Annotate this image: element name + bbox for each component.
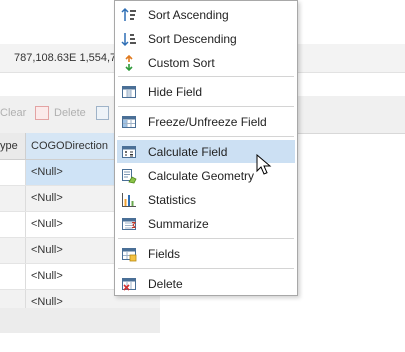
menu-separator bbox=[118, 136, 294, 137]
field-context-menu: Sort Ascending Sort Descending Custom So… bbox=[114, 0, 298, 296]
custom-sort-icon bbox=[125, 55, 133, 71]
menu-item-label: Calculate Field bbox=[148, 145, 228, 159]
menu-item-label: Sort Ascending bbox=[148, 8, 229, 22]
summarize-icon bbox=[122, 218, 137, 230]
menu-item-label: Fields bbox=[148, 247, 181, 261]
delete-button[interactable]: Delete bbox=[54, 107, 86, 119]
menu-item-label: Custom Sort bbox=[148, 56, 215, 70]
menu-item-hide-field[interactable]: Hide Field bbox=[117, 80, 295, 103]
menu-item-label: Freeze/Unfreeze Field bbox=[148, 115, 267, 129]
menu-item-custom-sort[interactable]: Custom Sort bbox=[117, 51, 295, 74]
menu-separator bbox=[118, 268, 294, 269]
hide-field-icon bbox=[122, 86, 136, 98]
freeze-field-icon bbox=[122, 116, 136, 128]
menu-item-delete[interactable]: Delete bbox=[117, 272, 295, 295]
calculate-field-icon bbox=[122, 146, 136, 158]
menu-item-sort-ascending[interactable]: Sort Ascending bbox=[117, 3, 295, 26]
statistics-icon bbox=[122, 193, 136, 207]
menu-item-label: Summarize bbox=[148, 217, 209, 231]
sort-descending-icon bbox=[121, 33, 136, 47]
table-empty-area bbox=[0, 308, 160, 333]
menu-item-fields[interactable]: Fields bbox=[117, 242, 295, 265]
menu-separator bbox=[118, 76, 294, 77]
menu-item-label: Statistics bbox=[148, 193, 197, 207]
fields-icon bbox=[122, 248, 137, 262]
clear-selection-button[interactable]: Clear bbox=[0, 107, 26, 119]
calculate-geometry-icon bbox=[122, 169, 137, 184]
menu-item-sort-descending[interactable]: Sort Descending bbox=[117, 27, 295, 50]
coordinate-readout: 787,108.63E 1,554,7 bbox=[14, 52, 117, 64]
menu-item-freeze-field[interactable]: Freeze/Unfreeze Field bbox=[117, 110, 295, 133]
mouse-cursor-icon bbox=[256, 154, 272, 175]
menu-item-label: Sort Descending bbox=[148, 32, 237, 46]
menu-item-label: Delete bbox=[148, 277, 183, 291]
column-header-type[interactable]: ype bbox=[0, 133, 25, 159]
menu-item-label: Hide Field bbox=[148, 85, 203, 99]
menu-separator bbox=[118, 238, 294, 239]
menu-item-statistics[interactable]: Statistics bbox=[117, 188, 295, 211]
delete-icon bbox=[35, 106, 49, 120]
copy-icon[interactable] bbox=[96, 106, 109, 120]
delete-field-icon bbox=[122, 278, 136, 291]
sort-ascending-icon bbox=[121, 7, 136, 21]
menu-item-summarize[interactable]: Summarize bbox=[117, 212, 295, 235]
menu-separator bbox=[118, 106, 294, 107]
menu-item-label: Calculate Geometry bbox=[148, 169, 255, 183]
